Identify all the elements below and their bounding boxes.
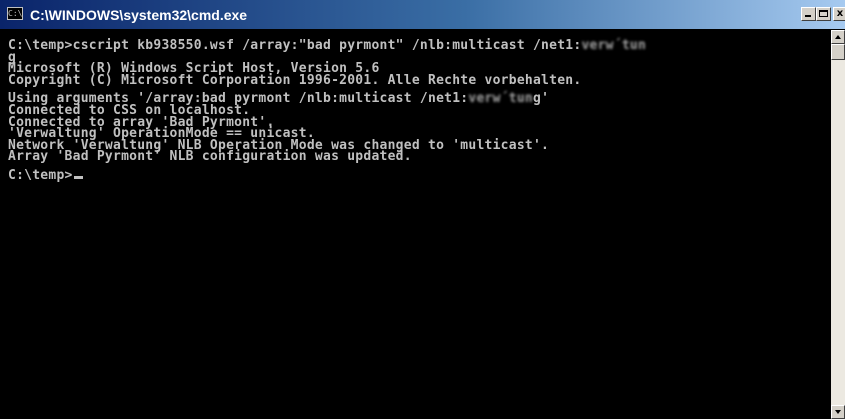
scroll-down-button[interactable] <box>831 405 845 419</box>
scroll-up-button[interactable] <box>831 30 845 44</box>
cmd-window: C:\ C:\WINDOWS\system32\cmd.exe x C:\tem… <box>0 0 845 419</box>
redacted-text: verw´tun <box>581 38 647 53</box>
arguments-suffix: g' <box>533 91 550 107</box>
maximize-button[interactable] <box>816 7 831 21</box>
redacted-text: verw´tun <box>468 91 533 107</box>
minimize-icon <box>805 15 811 17</box>
prompt-line[interactable]: C:\temp> <box>8 167 831 183</box>
cmd-console-icon[interactable]: C:\ <box>7 7 23 20</box>
command-line: C:\temp>cscript kb938550.wsf /array:"bad… <box>8 38 831 53</box>
console-output[interactable]: C:\temp>cscript kb938550.wsf /array:"bad… <box>0 30 831 419</box>
maximize-icon <box>819 10 828 17</box>
close-icon: x <box>836 8 844 19</box>
prompt-text: C:\temp> <box>8 167 73 183</box>
output-line: Array 'Bad Pyrmont' NLB configuration wa… <box>8 149 412 165</box>
vertical-scrollbar[interactable] <box>831 30 845 419</box>
minimize-button[interactable] <box>801 7 816 21</box>
arrow-down-icon <box>835 410 841 414</box>
title-bar[interactable]: C:\ C:\WINDOWS\system32\cmd.exe x <box>0 0 845 30</box>
command-text: C:\temp>cscript kb938550.wsf /array:"bad… <box>8 38 582 53</box>
copyright-line: Copyright (C) Microsoft Corporation 1996… <box>8 72 582 88</box>
text-cursor <box>73 175 83 179</box>
close-button[interactable]: x <box>833 7 845 21</box>
console-text: C:\temp>cscript kb938550.wsf /array:"bad… <box>0 30 831 182</box>
scroll-thumb[interactable] <box>831 44 845 60</box>
window-title: C:\WINDOWS\system32\cmd.exe <box>30 7 248 23</box>
arrow-up-icon <box>835 35 841 39</box>
